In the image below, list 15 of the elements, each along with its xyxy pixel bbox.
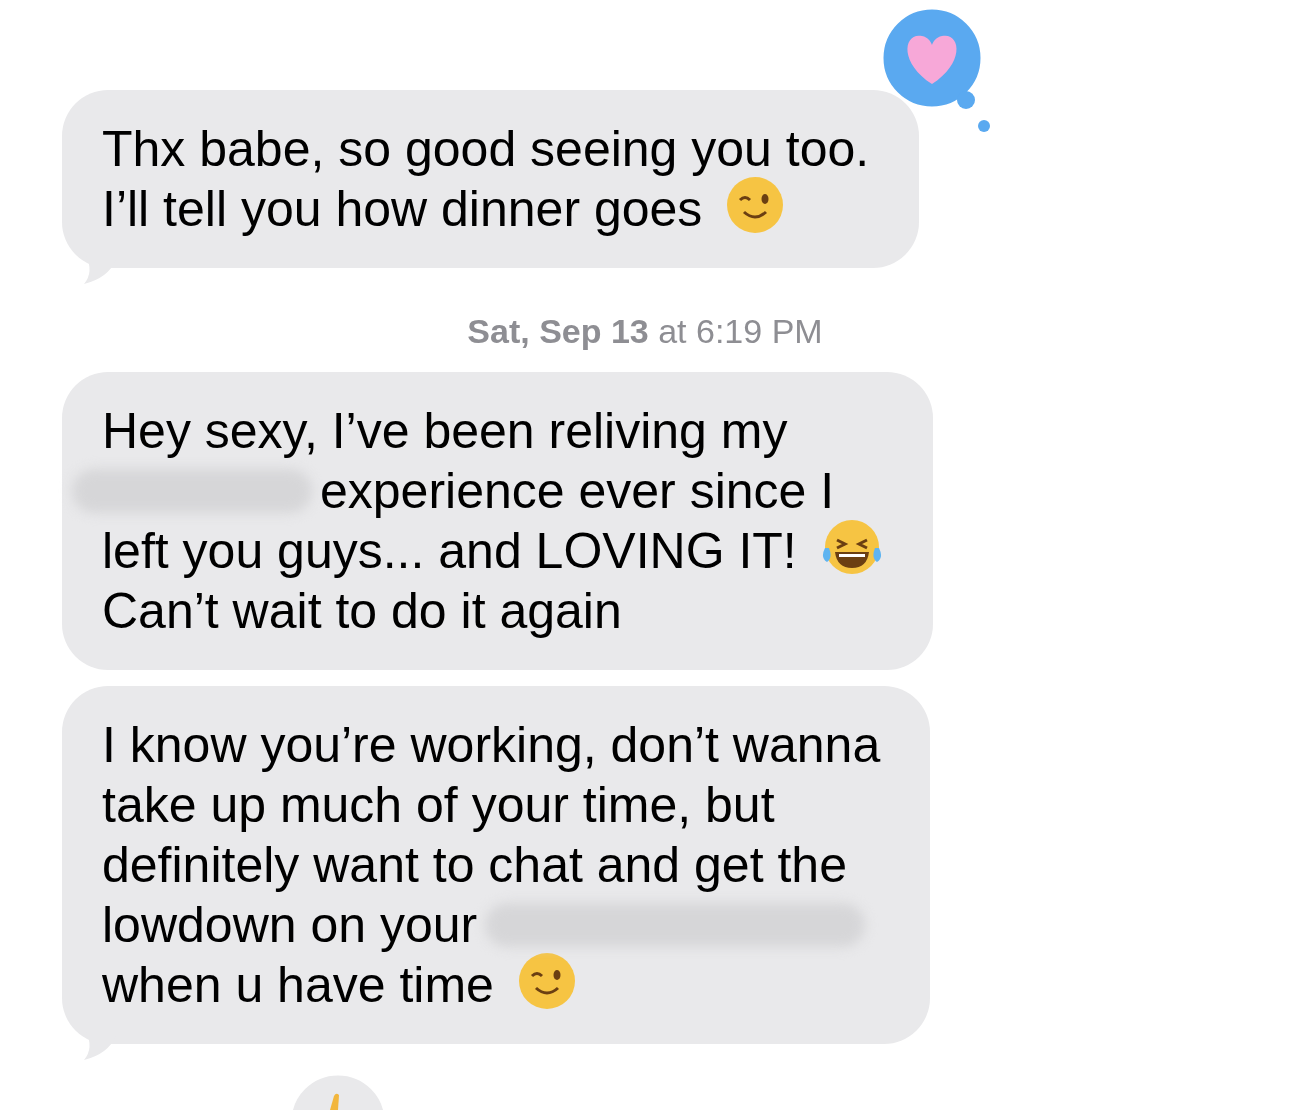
laughing-face-icon: [820, 518, 883, 576]
message-text: left you guys... and LOVING IT!: [102, 522, 797, 581]
message-text: I’ll tell you how dinner goes: [102, 180, 703, 239]
message-text: lowdown on your: [102, 896, 478, 955]
message-text: Thx babe, so good seeing you too.: [102, 120, 870, 179]
message-text: I know you’re working, don’t wanna: [102, 716, 881, 775]
message-text: Hey sexy, I’ve been reliving my: [102, 402, 788, 461]
message-text: definitely want to chat and get the: [102, 836, 847, 895]
message-text: Can’t wait to do it again: [102, 582, 622, 641]
message-text: experience ever since I: [320, 462, 835, 521]
winking-face-icon: [726, 176, 785, 234]
message-text: when u have time: [102, 956, 494, 1015]
timestamp: Sat, Sep 13 at 6:19 PM: [467, 311, 823, 351]
message-text: take up much of your time, but: [102, 776, 775, 835]
winking-face-icon: [517, 952, 576, 1010]
